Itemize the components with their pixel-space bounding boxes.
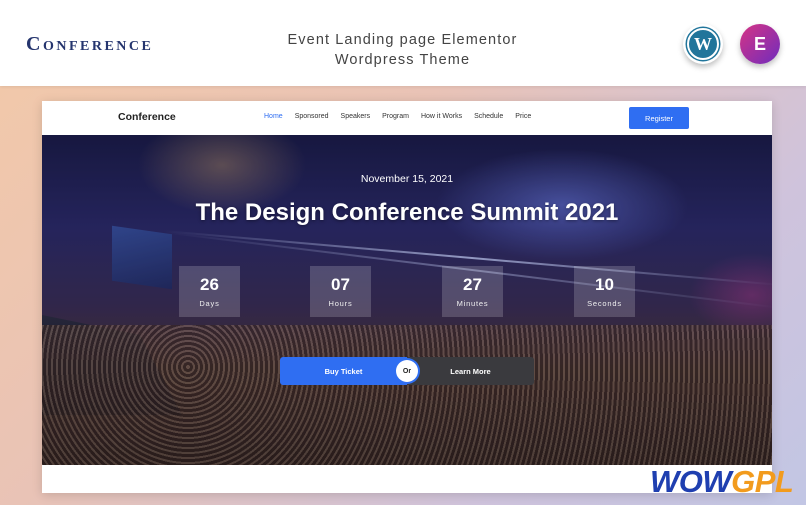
nav-menu: Home Sponsored Speakers Program How it W… [264, 113, 543, 120]
countdown-label: Hours [328, 299, 353, 308]
countdown-minutes: 27 Minutes [442, 266, 503, 317]
nav-item-sponsored[interactable]: Sponsored [295, 113, 329, 120]
nav-item-schedule[interactable]: Schedule [474, 113, 503, 120]
wordpress-icon: W [687, 28, 719, 60]
elementor-icon: E [753, 33, 766, 54]
hero-section: November 15, 2021 The Design Conference … [42, 135, 772, 465]
nav-item-speakers[interactable]: Speakers [341, 113, 371, 120]
countdown-value: 26 [200, 275, 219, 294]
event-title: The Design Conference Summit 2021 [195, 199, 619, 226]
countdown-label: Days [199, 299, 220, 308]
event-date: November 15, 2021 [360, 173, 454, 185]
nav-item-how-it-works[interactable]: How it Works [421, 113, 462, 120]
countdown-label: Minutes [456, 299, 489, 308]
cta-button-group: Buy Ticket Learn More Or [280, 357, 534, 385]
countdown-value: 10 [595, 275, 614, 294]
nav-item-price[interactable]: Price [515, 113, 531, 120]
watermark-part-gpl: GPL [731, 464, 794, 499]
learn-more-button[interactable]: Learn More [407, 357, 534, 385]
site-logo[interactable]: Conference [118, 111, 176, 123]
watermark-part-wow: WOW [650, 464, 732, 499]
promo-banner: Conference Event Landing page Elementor … [0, 0, 806, 86]
register-button[interactable]: Register [629, 107, 689, 129]
countdown-value: 07 [331, 275, 350, 294]
or-divider: Or [396, 360, 418, 382]
wordpress-badge: W [683, 24, 723, 64]
countdown-days: 26 Days [179, 266, 240, 317]
brand-title: Conference [26, 33, 154, 55]
theme-description: Event Landing page Elementor Wordpress T… [250, 30, 555, 70]
description-line-1: Event Landing page Elementor [287, 32, 518, 48]
countdown-label: Seconds [587, 299, 622, 308]
nav-item-home[interactable]: Home [264, 113, 283, 120]
site-preview: Conference Home Sponsored Speakers Progr… [42, 101, 772, 493]
description-line-2: Wordpress Theme [334, 52, 471, 68]
site-navbar: Conference Home Sponsored Speakers Progr… [42, 101, 772, 135]
nav-item-program[interactable]: Program [382, 113, 409, 120]
countdown-seconds: 10 Seconds [574, 266, 635, 317]
countdown-value: 27 [463, 275, 482, 294]
buy-ticket-button[interactable]: Buy Ticket [280, 357, 407, 385]
countdown-hours: 07 Hours [310, 266, 371, 317]
elementor-badge: E [740, 24, 780, 64]
wowgpl-watermark: WOWGPL [650, 464, 794, 499]
